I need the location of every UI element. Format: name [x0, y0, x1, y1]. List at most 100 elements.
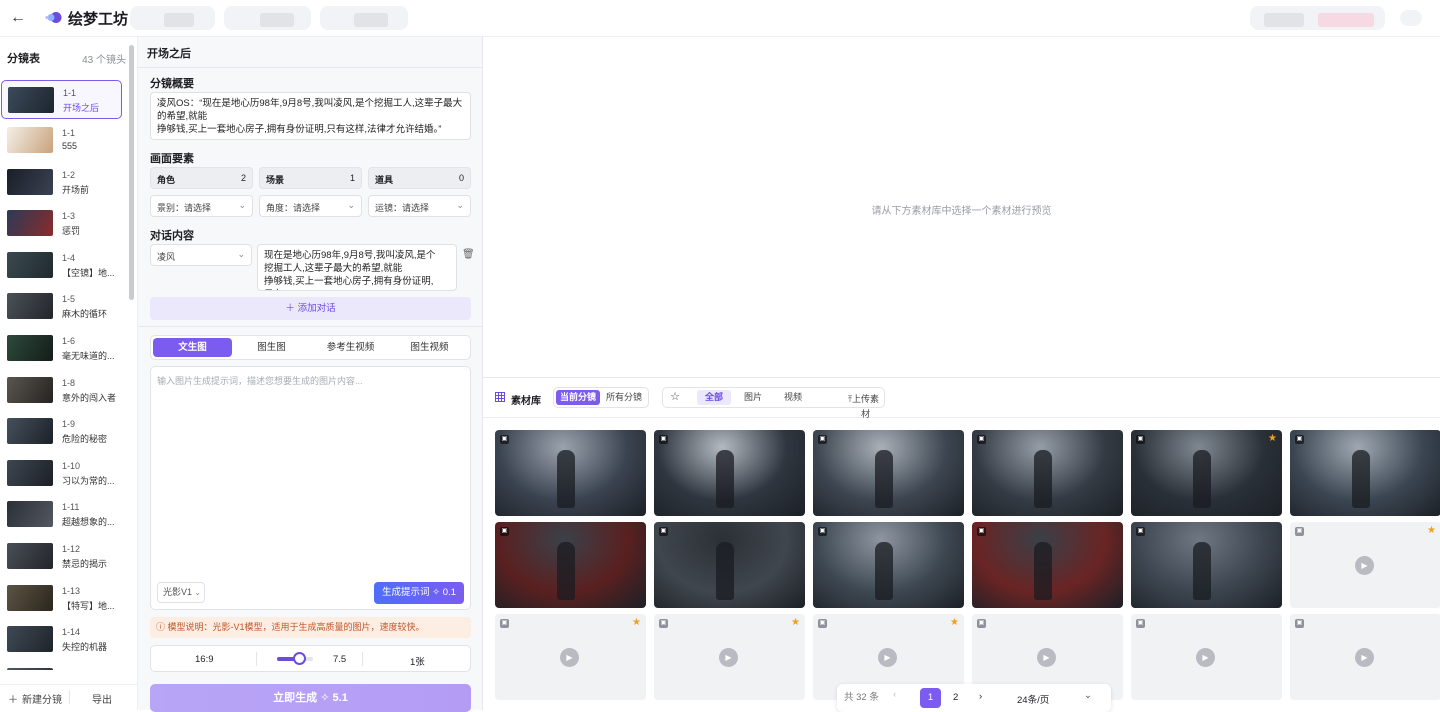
- figure-silhouette: [875, 542, 893, 600]
- media-type-icon: ▣: [818, 527, 827, 536]
- tab-image-to-image[interactable]: 图生图: [232, 338, 311, 357]
- strength-slider[interactable]: [277, 652, 313, 665]
- sparkle-icon: ✧: [317, 692, 333, 704]
- next-page-icon[interactable]: ›: [979, 691, 982, 702]
- new-shot-button[interactable]: 新建分镜: [22, 691, 62, 706]
- shot-item[interactable]: 1-14 失控的机器: [1, 620, 122, 662]
- asset-image-card[interactable]: ▣: [654, 522, 805, 608]
- media-type-icon: ▣: [1295, 527, 1304, 536]
- shot-item[interactable]: 1-5 麻木的循环: [1, 287, 122, 329]
- asset-video-card[interactable]: ▶ ▣: [1290, 614, 1440, 700]
- asset-video-card[interactable]: ▶ ▣ ★: [495, 614, 646, 700]
- overview-textarea[interactable]: 凌风OS：“现在是地心历98年,9月8号,我叫凌风,是个挖掘工人,这辈子最大的希…: [150, 92, 471, 140]
- star-icon[interactable]: ★: [791, 617, 800, 628]
- shot-list-scrollbar[interactable]: [129, 45, 134, 300]
- asset-video-card[interactable]: ▶ ▣: [1131, 614, 1282, 700]
- play-icon: ▶: [719, 648, 738, 667]
- role-count: 2: [240, 173, 246, 183]
- tab-reference-video[interactable]: 参考生视频: [311, 338, 390, 357]
- shot-size-select[interactable]: 景别：请选择 ⌄: [150, 195, 253, 217]
- shot-item[interactable]: 1-1 555: [1, 121, 122, 163]
- project-tab-1[interactable]: [130, 6, 215, 30]
- generate-prompt-button[interactable]: 生成提示词 ✧ 0.1: [374, 582, 464, 604]
- speaker-select[interactable]: 凌风 ⌄: [150, 244, 252, 266]
- asset-image-card[interactable]: ▣: [495, 522, 646, 608]
- figure-silhouette: [1193, 450, 1211, 508]
- asset-image-card[interactable]: ▣: [1131, 522, 1282, 608]
- upload-button[interactable]: ⤒ 上传素材: [813, 390, 883, 419]
- angle-select[interactable]: 角度：请选择 ⌄: [259, 195, 362, 217]
- count-select[interactable]: 1张: [410, 654, 425, 668]
- asset-image-card[interactable]: ▣ ★: [1131, 430, 1282, 516]
- project-tab-3[interactable]: [320, 6, 408, 30]
- shot-item[interactable]: 1-11 超越想象的...: [1, 495, 122, 537]
- shot-item[interactable]: 1-4 【空镜】地...: [1, 246, 122, 288]
- asset-video-card[interactable]: ▶ ▣ ★: [1290, 522, 1440, 608]
- page-2[interactable]: 2: [953, 692, 958, 703]
- shot-number: 1-4: [62, 252, 76, 263]
- export-button[interactable]: 导出: [92, 691, 112, 706]
- page-size-select[interactable]: 24条/页: [1017, 692, 1049, 706]
- model-select[interactable]: 光影V1 ⌄: [157, 582, 205, 603]
- user-avatar[interactable]: [1400, 10, 1422, 26]
- star-icon[interactable]: ★: [950, 617, 959, 628]
- shot-item[interactable]: 1-12 禁忌的揭示: [1, 537, 122, 579]
- asset-image-card[interactable]: ▣: [972, 522, 1123, 608]
- prev-page-icon[interactable]: ‹: [893, 689, 896, 700]
- back-arrow-icon[interactable]: ←: [10, 9, 26, 27]
- star-icon[interactable]: ☆: [665, 390, 685, 405]
- ratio-select[interactable]: 16:9: [195, 654, 214, 665]
- shot-item[interactable]: 1-13 【特写】地...: [1, 579, 122, 621]
- asset-image-card[interactable]: ▣: [813, 522, 964, 608]
- scope-current[interactable]: 当前分镜: [556, 390, 600, 405]
- asset-image-card[interactable]: ▣: [654, 430, 805, 516]
- prop-chip[interactable]: 道具 0: [368, 167, 471, 189]
- play-icon: ▶: [560, 648, 579, 667]
- tab-image-to-video[interactable]: 图生视频: [390, 338, 469, 357]
- account-info[interactable]: [1250, 6, 1385, 30]
- filter-video[interactable]: 视频: [775, 390, 811, 405]
- add-dialogue-button[interactable]: ＋ 添加对话: [150, 297, 471, 320]
- asset-image-card[interactable]: ▣: [1290, 430, 1440, 516]
- prompt-box[interactable]: 输入图片生成提示词，描述您想要生成的图片内容... 光影V1 ⌄ 生成提示词 ✧…: [150, 366, 471, 610]
- figure-silhouette: [1034, 542, 1052, 600]
- camera-move-select[interactable]: 运镜：请选择 ⌄: [368, 195, 471, 217]
- asset-image-card[interactable]: ▣: [972, 430, 1123, 516]
- star-icon[interactable]: ★: [1268, 433, 1277, 444]
- divider: [362, 652, 363, 666]
- page-1[interactable]: 1: [920, 688, 941, 708]
- shot-item[interactable]: 1-2 开场前: [1, 163, 122, 205]
- strength-slider-handle[interactable]: [292, 652, 306, 665]
- scene-chip[interactable]: 场景 1: [259, 167, 362, 189]
- filter-image[interactable]: 图片: [735, 390, 771, 405]
- asset-video-card[interactable]: ▶ ▣ ★: [654, 614, 805, 700]
- role-chip[interactable]: 角色 2: [150, 167, 253, 189]
- shot-thumbnail: [7, 542, 53, 569]
- scope-all[interactable]: 所有分镜: [602, 390, 646, 405]
- top-bar: ← 绘梦工坊: [0, 0, 1440, 37]
- star-icon[interactable]: ★: [632, 617, 641, 628]
- generate-button[interactable]: 立即生成 ✧ 5.1: [150, 684, 471, 712]
- shot-item[interactable]: 1-10 习以为常的...: [1, 454, 122, 496]
- filter-all[interactable]: 全部: [697, 390, 731, 405]
- shot-item[interactable]: 1-9 危险的秘密: [1, 412, 122, 454]
- asset-image-card[interactable]: ▣: [495, 430, 646, 516]
- shot-thumbnail: [7, 293, 53, 320]
- shot-item[interactable]: 1-3 惩罚: [1, 204, 122, 246]
- prompt-input[interactable]: 输入图片生成提示词，描述您想要生成的图片内容...: [157, 374, 363, 387]
- shot-item[interactable]: 1-6 毫无味道的...: [1, 329, 122, 371]
- media-type-icon: ▣: [659, 619, 668, 628]
- scene-label: 场景: [266, 175, 285, 185]
- shot-item[interactable]: 1-8 意外的闯入者: [1, 371, 122, 413]
- shot-title: 开场之后: [63, 103, 100, 113]
- chevron-down-icon: ⌄: [238, 200, 246, 210]
- asset-image-card[interactable]: ▣: [813, 430, 964, 516]
- play-icon: ▶: [1355, 648, 1374, 667]
- shot-item[interactable]: 1-15: [1, 662, 122, 670]
- project-tab-2[interactable]: [224, 6, 311, 30]
- tab-text-to-image[interactable]: 文生图: [153, 338, 232, 357]
- dialogue-textarea[interactable]: 现在是地心历98年,9月8号,我叫凌风,是个挖掘工人,这辈子最大的希望,就能 挣…: [257, 244, 457, 291]
- trash-icon[interactable]: 🗑: [462, 249, 475, 260]
- star-icon[interactable]: ★: [1427, 525, 1436, 536]
- shot-item[interactable]: 1-1 开场之后: [1, 80, 122, 119]
